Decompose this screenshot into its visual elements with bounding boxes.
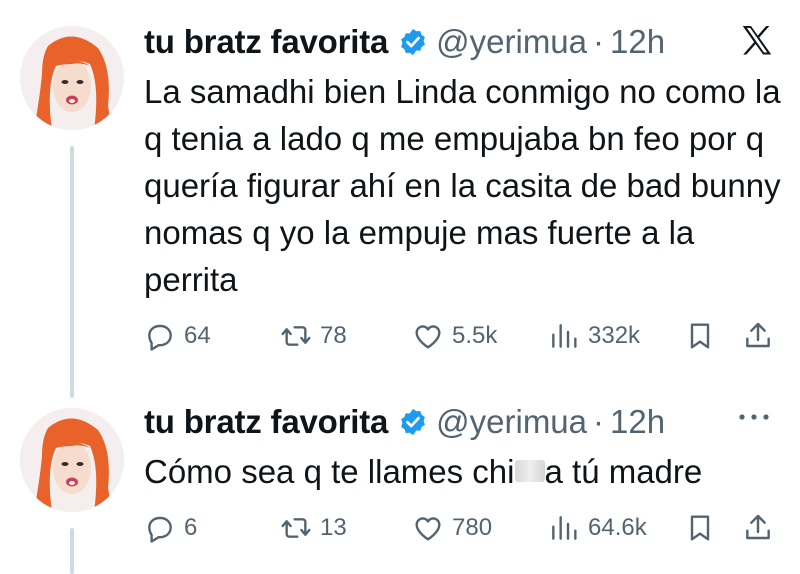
bookmark-button[interactable] <box>684 318 718 354</box>
tweet-actions: 64 78 5.5k 332k <box>144 318 780 354</box>
heart-icon <box>415 325 441 349</box>
display-name[interactable]: tu bratz favorita <box>144 22 388 62</box>
timestamp[interactable]: 12h <box>610 22 665 62</box>
tweet-actions: 6 13 780 64.6k <box>144 510 780 546</box>
views-chart-icon <box>552 324 577 348</box>
share-icon <box>746 514 770 540</box>
user-handle[interactable]: @yerimua <box>436 22 587 62</box>
like-count: 780 <box>452 514 493 541</box>
more-options-icon[interactable] <box>734 410 774 424</box>
separator-dot: · <box>593 403 605 440</box>
display-name[interactable]: tu bratz favorita <box>144 402 388 442</box>
user-handle[interactable]: @yerimua <box>436 402 587 442</box>
repost-count: 78 <box>320 322 347 349</box>
avatar[interactable] <box>20 26 124 130</box>
verified-badge-icon <box>401 408 426 436</box>
reply-icon <box>148 516 172 543</box>
repost-button[interactable]: 78 <box>280 318 347 354</box>
tweet-text: Cómo sea q te llames chi a tú madre <box>144 448 784 495</box>
tweet-text-part: Cómo sea q te llames chi <box>144 453 515 490</box>
separator-dot: · <box>593 23 605 60</box>
like-count: 5.5k <box>452 322 498 349</box>
timestamp[interactable]: 12h <box>610 402 665 442</box>
share-icon <box>746 322 770 348</box>
share-button[interactable] <box>742 318 776 354</box>
heart-icon <box>415 517 441 541</box>
reply-button[interactable]: 6 <box>144 510 197 546</box>
bookmark-icon <box>690 323 710 349</box>
views-chart-icon <box>552 516 577 540</box>
views-count: 332k <box>588 322 641 349</box>
avatar[interactable] <box>20 408 124 512</box>
views-button[interactable]: 64.6k <box>548 510 647 546</box>
censored-blur <box>514 460 545 483</box>
tweet-text: La samadhi bien Linda conmigo no como la… <box>144 73 781 298</box>
avatar-image <box>20 408 124 512</box>
share-button[interactable] <box>742 510 776 546</box>
avatar-image <box>20 26 124 130</box>
tweet-text-part: a tú madre <box>544 453 703 490</box>
repost-count: 13 <box>320 514 347 541</box>
views-button[interactable]: 332k <box>548 318 640 354</box>
reply-count: 6 <box>184 514 198 541</box>
tweet-header: tu bratz favorita @yerimua · 12h <box>144 22 665 62</box>
reply-icon <box>148 324 172 351</box>
repost-icon <box>281 326 311 346</box>
tweet-header: tu bratz favorita @yerimua · 12h <box>144 402 665 442</box>
x-logo-icon[interactable] <box>738 22 776 60</box>
like-button[interactable]: 5.5k <box>412 318 497 354</box>
verified-badge-icon <box>401 28 426 56</box>
thread-connector-line <box>70 528 74 574</box>
bookmark-button[interactable] <box>684 510 718 546</box>
thread-connector-line <box>70 146 74 398</box>
reply-button[interactable]: 64 <box>144 318 211 354</box>
views-count: 64.6k <box>588 514 647 541</box>
bookmark-icon <box>690 515 710 541</box>
repost-icon <box>281 518 311 538</box>
reply-count: 64 <box>184 322 211 349</box>
like-button[interactable]: 780 <box>412 510 492 546</box>
repost-button[interactable]: 13 <box>280 510 347 546</box>
